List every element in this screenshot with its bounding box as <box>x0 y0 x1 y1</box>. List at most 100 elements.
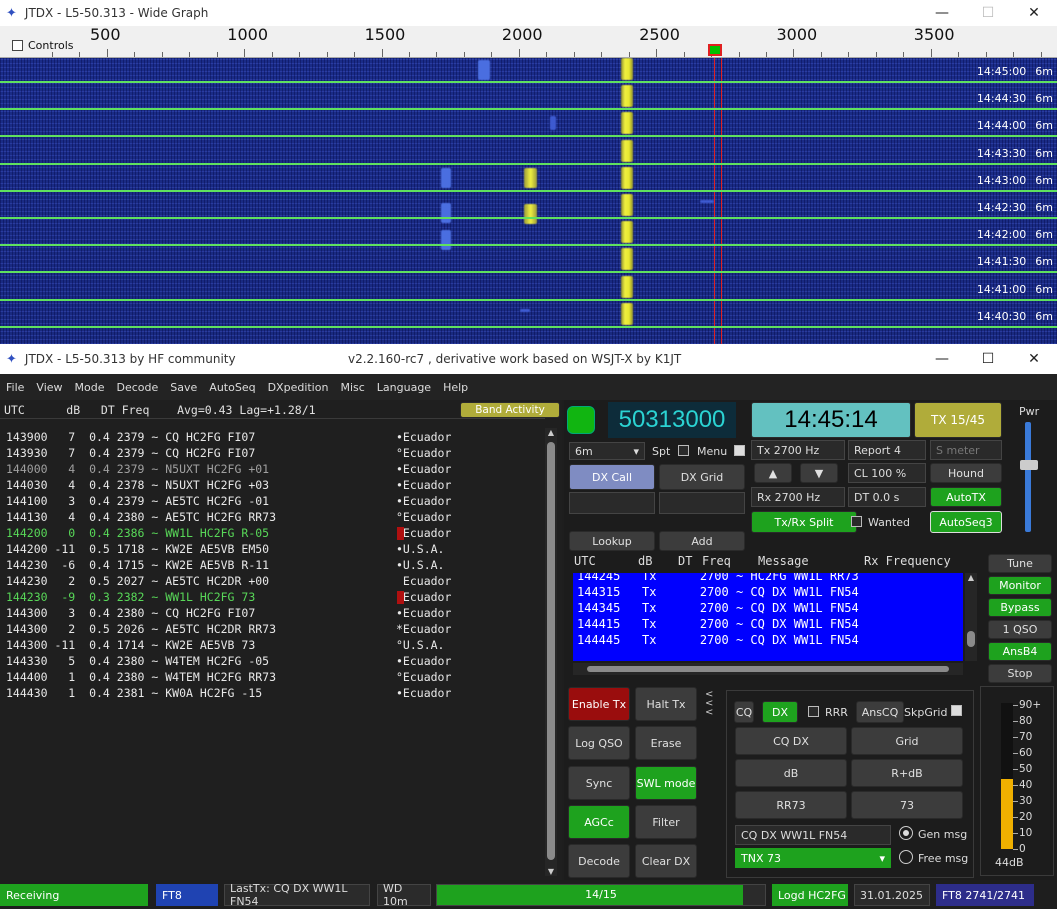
scrollbar-thumb[interactable] <box>547 442 555 860</box>
bypass-button[interactable]: Bypass <box>988 598 1052 617</box>
stop-button[interactable]: Stop <box>988 664 1052 683</box>
decode-row[interactable]: 144000 4 0.4 2379 ~ N5UXT HC2FG +01 •Ecua… <box>6 462 451 476</box>
rx-frequency-spin[interactable]: Rx 2700 Hz <box>751 487 845 507</box>
enable-tx-button[interactable]: Enable Tx <box>568 687 630 721</box>
agcc-button[interactable]: AGCc <box>568 805 630 839</box>
menu-dxpedition[interactable]: DXpedition <box>262 381 335 394</box>
hound-button[interactable]: Hound <box>930 463 1002 483</box>
dx-call-input[interactable] <box>569 492 655 514</box>
free-msg-radio[interactable] <box>899 850 913 864</box>
swl-mode-button[interactable]: SWL mode <box>635 766 697 800</box>
log-qso-button[interactable]: Log QSO <box>568 726 630 760</box>
menu-language[interactable]: Language <box>371 381 437 394</box>
gen-msg-field[interactable]: CQ DX WW1L FN54 <box>735 825 891 845</box>
decode-row[interactable]: 144400 1 0.4 2380 ~ W4TEM HC2FG RR73 °Ecu… <box>6 670 451 684</box>
rrr-checkbox[interactable] <box>808 706 819 717</box>
autoseq3-button[interactable]: AutoSeq3 <box>930 511 1002 533</box>
free-msg-select[interactable]: TNX 73 ▾ <box>735 848 891 868</box>
decode-row[interactable]: 144200 -11 0.5 1718 ~ KW2E AE5VB EM50 •U.… <box>6 542 444 556</box>
dt-spin[interactable]: DT 0.0 s <box>848 487 926 507</box>
grid-button[interactable]: Grid <box>851 727 963 755</box>
73-button[interactable]: 73 <box>851 791 963 819</box>
sync-button[interactable]: Sync <box>568 766 630 800</box>
dx-button[interactable]: DX <box>762 701 798 723</box>
menu-checkbox[interactable] <box>734 445 745 456</box>
band-select[interactable]: 6m ▾ <box>569 442 645 460</box>
menu-help[interactable]: Help <box>437 381 474 394</box>
decode-row[interactable]: 144030 4 0.4 2378 ~ N5UXT HC2FG +03 •Ecua… <box>6 478 451 492</box>
rx-list-scrollbar[interactable]: ▲ <box>965 573 977 661</box>
decode-button[interactable]: Decode <box>568 844 630 878</box>
autotx-button[interactable]: AutoTX <box>930 487 1002 507</box>
rx-list-row[interactable]: 144345 Tx 2700 ~ CQ DX WW1L FN54 <box>577 601 859 615</box>
erase-button[interactable]: Erase <box>635 726 697 760</box>
decode-row[interactable]: 144230 2 0.5 2027 ~ AE5TC HC2DR +00 Ecua… <box>6 574 451 588</box>
decode-row[interactable]: 144430 1 0.4 2381 ~ KW0A HC2FG -15 •Ecuad… <box>6 686 451 700</box>
one-qso-button[interactable]: 1 QSO <box>988 620 1052 639</box>
cq-dx-button[interactable]: CQ DX <box>735 727 847 755</box>
decode-row[interactable]: 144330 5 0.4 2380 ~ W4TEM HC2FG -05 •Ecua… <box>6 654 451 668</box>
tx-period-button[interactable]: TX 15/45 <box>914 402 1002 438</box>
rx-list-row[interactable]: 144445 Tx 2700 ~ CQ DX WW1L FN54 <box>577 633 859 647</box>
decode-row[interactable]: 143930 7 0.4 2379 ~ CQ HC2FG FI07 °Ecuado… <box>6 446 451 460</box>
decode-row[interactable]: 143900 7 0.4 2379 ~ CQ HC2FG FI07 •Ecuado… <box>6 430 451 444</box>
minimize-icon[interactable]: — <box>919 5 965 21</box>
menu-view[interactable]: View <box>30 381 68 394</box>
tab-switch-arrows[interactable]: < < < <box>705 690 713 718</box>
menu-decode[interactable]: Decode <box>111 381 165 394</box>
decode-row[interactable]: 144200 0 0.4 2386 ~ WW1L HC2FG R-05 •Ecua… <box>6 526 451 540</box>
decode-row[interactable]: 144130 4 0.4 2380 ~ AE5TC HC2FG RR73 °Ecu… <box>6 510 451 524</box>
frequency-ruler[interactable]: Controls 500 1000 1500 2000 2500 3000 3500 <box>0 25 1057 58</box>
decode-row[interactable]: 144230 -6 0.4 1715 ~ KW2E AE5VB R-11 •U.S… <box>6 558 444 572</box>
maximize-icon[interactable]: ☐ <box>965 351 1011 367</box>
cq-button[interactable]: CQ <box>734 701 754 723</box>
decode-scrollbar[interactable]: ▲ ▼ <box>545 428 557 876</box>
lookup-button[interactable]: Lookup <box>569 531 655 551</box>
menu-save[interactable]: Save <box>164 381 203 394</box>
tx-down-button[interactable]: ▼ <box>800 463 838 483</box>
decode-row[interactable]: 144300 3 0.4 2380 ~ CQ HC2FG FI07 •Ecuado… <box>6 606 451 620</box>
decode-row[interactable]: 144100 3 0.4 2379 ~ AE5TC HC2FG -01 •Ecua… <box>6 494 451 508</box>
wanted-checkbox[interactable] <box>851 516 862 527</box>
tune-button[interactable]: Tune <box>988 554 1052 573</box>
rx-list-row[interactable]: 144315 Tx 2700 ~ CQ DX WW1L FN54 <box>577 585 859 599</box>
rx-list-hscrollbar[interactable] <box>573 663 963 675</box>
pwr-slider-track[interactable] <box>1025 422 1031 532</box>
menu-misc[interactable]: Misc <box>334 381 370 394</box>
filter-button[interactable]: Filter <box>635 805 697 839</box>
report-spin[interactable]: Report 4 <box>848 440 926 460</box>
controls-checkbox[interactable] <box>12 40 23 51</box>
db-button[interactable]: dB <box>735 759 847 787</box>
band-activity-button[interactable]: Band Activity <box>460 402 560 418</box>
decode-row[interactable]: 144300 -11 0.4 1714 ~ KW2E AE5VB 73 °U.S.… <box>6 638 444 652</box>
tx-rx-split-button[interactable]: Tx/Rx Split <box>751 511 857 533</box>
minimize-icon[interactable]: — <box>919 351 965 367</box>
close-icon[interactable]: ✕ <box>1011 351 1057 367</box>
rx-list-row[interactable]: 144245 Tx 2700 ~ HC2FG WW1L RR73 <box>577 573 859 583</box>
menu-file[interactable]: File <box>0 381 30 394</box>
clear-dx-button[interactable]: Clear DX <box>635 844 697 878</box>
dx-grid-input[interactable] <box>659 492 745 514</box>
close-icon[interactable]: ✕ <box>1011 5 1057 21</box>
pwr-slider-handle[interactable] <box>1020 460 1038 470</box>
ansb4-button[interactable]: AnsB4 <box>988 642 1052 661</box>
decode-row[interactable]: 144230 -9 0.3 2382 ~ WW1L HC2FG 73 •Ecuad… <box>6 590 451 604</box>
monitor-button[interactable]: Monitor <box>988 576 1052 595</box>
halt-tx-button[interactable]: Halt Tx <box>635 687 697 721</box>
spt-checkbox[interactable] <box>678 445 689 456</box>
menu-mode[interactable]: Mode <box>69 381 111 394</box>
add-button[interactable]: Add <box>659 531 745 551</box>
rx-frequency-list[interactable]: 144245 Tx 2700 ~ HC2FG WW1L RR73 144315 T… <box>573 573 963 661</box>
skipgrid-checkbox[interactable] <box>951 705 962 716</box>
r-db-button[interactable]: R+dB <box>851 759 963 787</box>
tx-frequency-marker[interactable] <box>708 44 722 56</box>
dial-frequency[interactable]: 50313000 <box>608 402 736 438</box>
s-meter-field[interactable]: S meter <box>930 440 1002 460</box>
rr73-button[interactable]: RR73 <box>735 791 847 819</box>
anscq-button[interactable]: AnsCQ <box>856 701 904 723</box>
gen-msg-radio[interactable] <box>899 826 913 840</box>
tx-frequency-spin[interactable]: Tx 2700 Hz <box>751 440 845 460</box>
menu-autoseq[interactable]: AutoSeq <box>203 381 261 394</box>
controls-toggle[interactable]: Controls <box>12 39 74 52</box>
cl-spin[interactable]: CL 100 % <box>848 463 926 483</box>
